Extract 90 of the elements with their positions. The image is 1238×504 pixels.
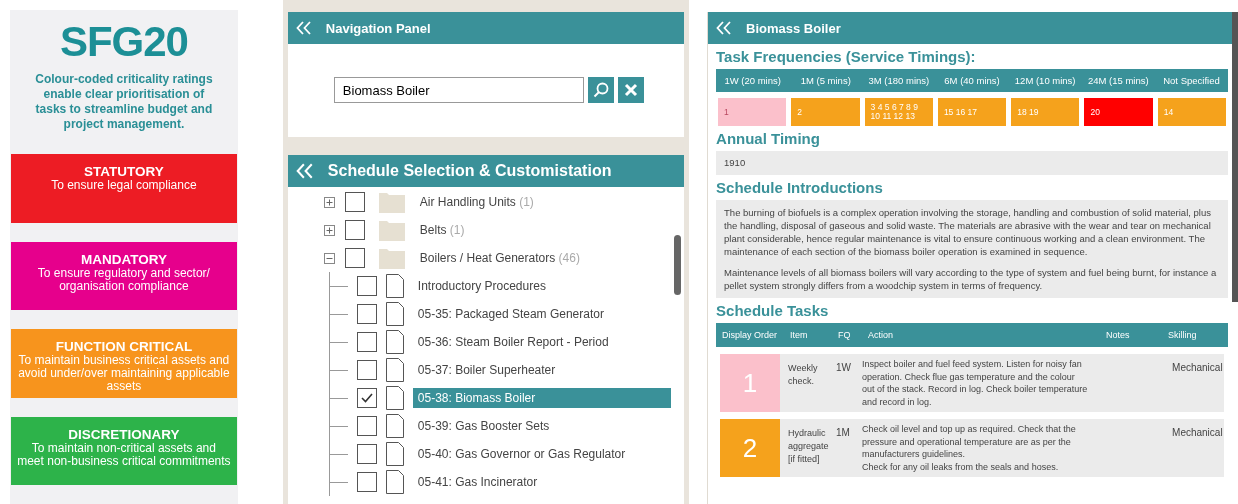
panel-title: Schedule Selection & Customistation — [327, 162, 612, 180]
panel-title: Navigation Panel — [325, 20, 431, 36]
checkbox[interactable] — [344, 192, 365, 212]
document-icon — [385, 274, 404, 298]
tree-item[interactable]: 05-40: Gas Governor or Gas Regulator — [412, 444, 631, 464]
rating-title: STATUTORY — [83, 164, 165, 179]
order-number: 2 — [720, 419, 781, 477]
document-icon — [385, 386, 404, 410]
section-heading: Schedule Introductions — [716, 179, 884, 196]
folder-icon — [378, 247, 405, 269]
document-icon — [385, 442, 404, 466]
document-icon — [385, 302, 404, 326]
rating-description: To maintain non-critical assets and meet non-business critical commitments — [16, 441, 232, 468]
table-cell-text: Inspect boiler and fuel feed system. Listen for noisy fan operation. Check flue gas temperature and the colour out of the stack. Record in log. Check boiler temperature and record in log. — [861, 358, 1089, 409]
scrollbar[interactable] — [674, 235, 682, 295]
checkbox[interactable] — [356, 304, 377, 324]
frequency-cell[interactable]: 20 — [1084, 98, 1153, 126]
document-icon — [385, 330, 404, 354]
table-cell-text: Check oil level and top up as required. Check that the pressure and operational temperature are as per the manufacturers guidelines. Check for any oil leaks from the seals and hoses. — [861, 423, 1077, 474]
table-cell-text: Mechanical — [1172, 361, 1223, 375]
table-cell-text: Hydraulic aggregate [if fitted] — [787, 427, 830, 466]
rating-title: MANDATORY — [79, 251, 168, 267]
collapse-icon[interactable] — [295, 21, 312, 35]
frequency-label: 3M (180 mins) — [867, 75, 931, 86]
frequency-label: Not Specified — [1162, 75, 1221, 86]
order-number: 1 — [720, 354, 781, 412]
section-heading: Task Frequencies (Service Timings): — [716, 48, 977, 65]
checkbox[interactable] — [344, 248, 365, 268]
table-cell-text: Mechanical — [1172, 426, 1223, 440]
tree-item[interactable]: 05-35: Packaged Steam Generator — [412, 304, 609, 324]
checkbox[interactable] — [344, 220, 365, 240]
document-icon — [385, 414, 404, 438]
panel-title: Biomass Boiler — [746, 20, 841, 36]
clear-button[interactable] — [617, 77, 644, 103]
rating-title: FUNCTION CRITICAL — [54, 339, 194, 354]
search-button[interactable] — [587, 77, 614, 103]
frequency-label: 24M (15 mins) — [1086, 75, 1150, 86]
checkbox[interactable] — [356, 444, 377, 464]
checkbox[interactable] — [356, 332, 377, 352]
logo: SFG20 — [59, 18, 188, 66]
scrollbar[interactable] — [1232, 12, 1238, 302]
expand-toggle[interactable] — [323, 196, 335, 208]
rating-description: To ensure regulatory and sector/ organisation compliance — [36, 266, 211, 293]
expand-toggle[interactable] — [323, 224, 335, 236]
close-icon — [623, 83, 638, 97]
section-heading: Annual Timing — [716, 130, 821, 147]
annual-timing-value: 1910 — [716, 151, 1228, 175]
column-header: Display Order — [721, 330, 779, 340]
checkbox[interactable] — [356, 360, 377, 380]
document-icon — [385, 470, 404, 494]
tree-item[interactable]: 05-39: Gas Booster Sets — [412, 416, 555, 436]
paragraph: The burning of biofuels is a complex operation involving the storage, handling and combustion of solid material, plus the handling, disposal of gaseous and solid waste. The materials are abrasive with the wear and tear on mechanical plant considerable, hence regular maintenance is vital to ensure continuous working and a clean environment. The maintenance of each section of the biomass boiler operation is examined in sequence. — [724, 206, 1212, 258]
column-header: FQ — [837, 330, 852, 340]
collapse-icon[interactable] — [295, 163, 314, 179]
document-icon — [385, 358, 404, 382]
column-header: Notes — [1105, 330, 1131, 340]
tagline: Colour-coded criticality ratings enable clear prioritisation of tasks to streamline budget and project management. — [34, 72, 214, 132]
folder-icon — [378, 219, 405, 241]
table-cell-text: 1W — [835, 361, 853, 375]
frequency-label: 6M (40 mins) — [943, 75, 1001, 86]
rating-description: To maintain business critical assets and avoid under/over maintaining applicable assets — [17, 354, 231, 393]
checkbox[interactable] — [356, 416, 377, 436]
table-cell-text: Weekly check. — [787, 362, 819, 388]
column-header: Skilling — [1167, 330, 1197, 340]
column-header: Item — [789, 330, 809, 340]
table-cell-text: 1M — [835, 426, 851, 440]
rating-title: DISCRETIONARY — [67, 426, 181, 442]
paragraph: Maintenance levels of all biomass boilers will vary according to the type of system and fuel being burnt, for instance a pellet system strongly differs from a woodchip system in terms of frequency. — [724, 266, 1218, 292]
rating-description: To ensure legal compliance — [50, 179, 198, 192]
tree-item[interactable]: Air Handling Units (1) — [414, 192, 539, 212]
tree-item[interactable]: Introductory Procedures — [412, 276, 551, 296]
folder-icon — [378, 191, 405, 213]
tree-item[interactable]: 05-37: Boiler Superheater — [412, 360, 561, 380]
collapse-icon[interactable] — [716, 21, 733, 35]
tree-item[interactable]: 05-41: Gas Incinerator — [412, 472, 543, 492]
frequency-label: 1M (5 mins) — [799, 75, 852, 86]
frequency-label: 1W (20 mins) — [723, 75, 782, 86]
frequency-label: 12M (10 mins) — [1013, 75, 1077, 86]
tree-item[interactable]: Boilers / Heat Generators (46) — [414, 248, 585, 268]
checkbox[interactable] — [356, 276, 377, 296]
collapse-toggle[interactable] — [323, 252, 335, 264]
search-field[interactable]: Biomass Boiler — [333, 77, 584, 103]
search-icon — [591, 81, 610, 99]
tree-item[interactable]: 05-38: Biomass Boiler — [412, 388, 672, 408]
column-header: Action — [867, 330, 895, 340]
tree-item[interactable]: 05-36: Steam Boiler Report - Period — [412, 332, 614, 352]
tree-item[interactable]: Belts (1) — [414, 220, 470, 240]
section-heading: Schedule Tasks — [716, 302, 830, 319]
checkbox[interactable] — [356, 472, 377, 492]
checkbox[interactable] — [356, 388, 377, 408]
